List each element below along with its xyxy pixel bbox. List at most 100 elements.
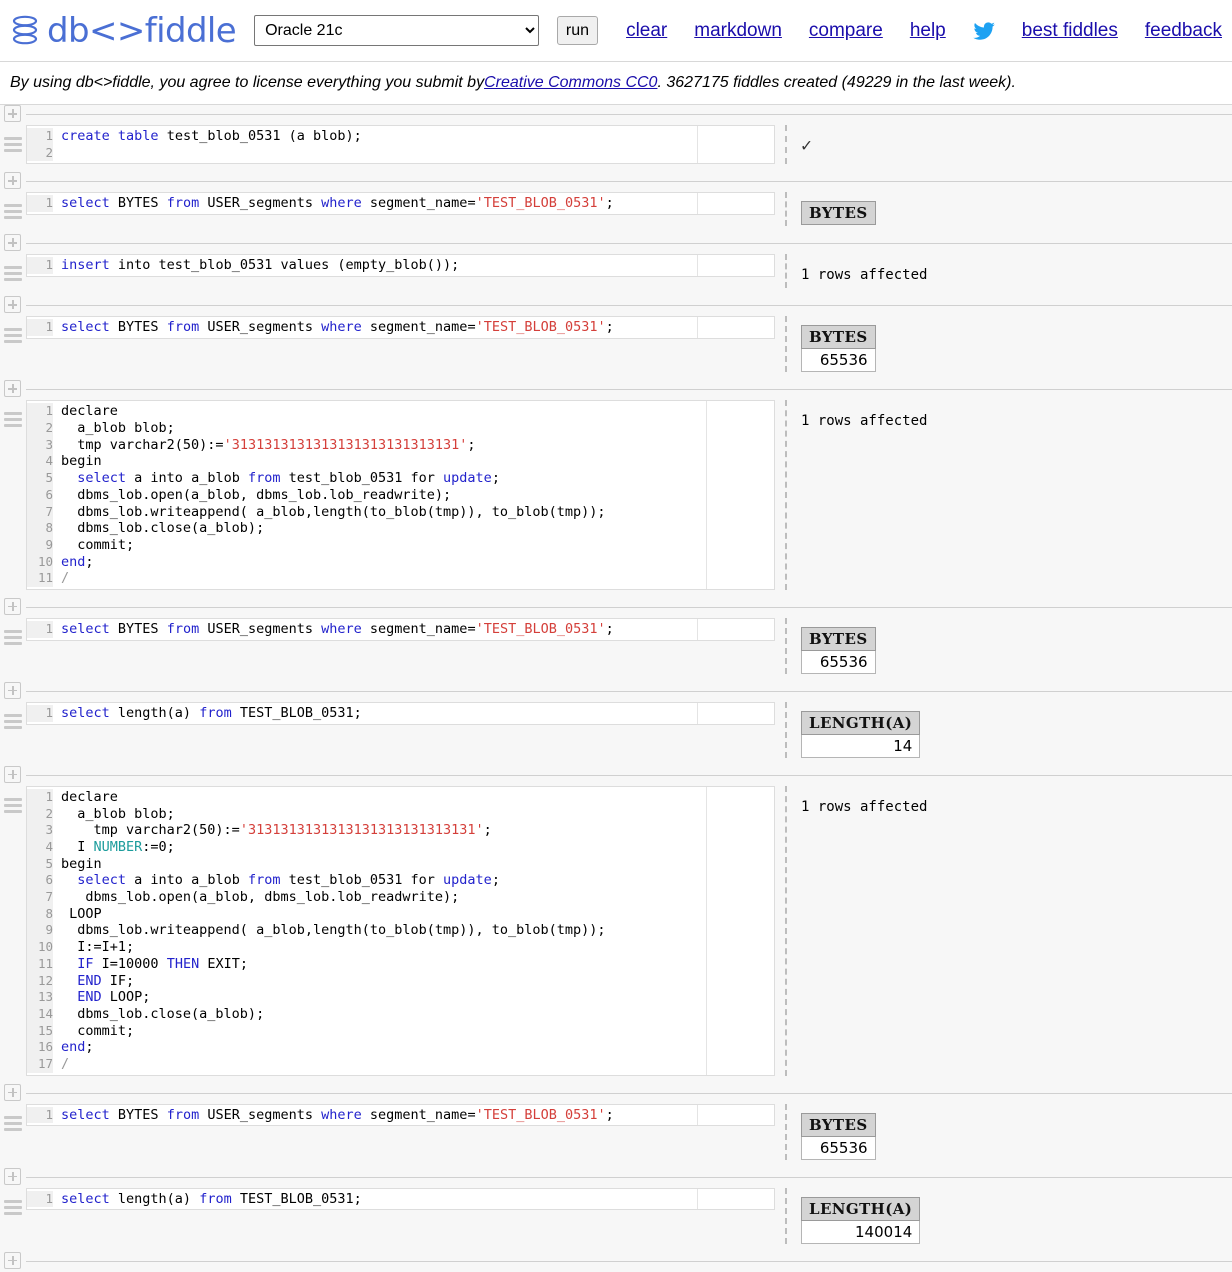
line-number: 2	[27, 144, 53, 162]
code-token: dbms_lob.close(a_blob);	[61, 520, 265, 537]
code-token: end	[61, 553, 86, 570]
nav-link-markdown[interactable]: markdown	[694, 20, 782, 42]
nav-link-clear[interactable]: clear	[626, 20, 667, 42]
query-result: 1 rows affected	[797, 254, 1232, 283]
block-separator	[0, 597, 1232, 618]
table-header-row: BYTES	[801, 201, 876, 226]
add-block-button[interactable]	[4, 681, 21, 699]
line-number: 2	[27, 420, 53, 437]
drag-handle-icon[interactable]	[0, 400, 26, 430]
code-token: NUMBER	[93, 839, 143, 855]
code-token: BYTES	[117, 1106, 167, 1123]
line-number: 1	[27, 1190, 53, 1208]
code-token: test_blob_0531 for	[288, 470, 444, 487]
code-token: tmp varchar2(50):=	[61, 436, 224, 453]
result-divider	[785, 400, 797, 590]
code-token: from	[247, 872, 289, 889]
code-token: end	[61, 1039, 86, 1056]
add-block-button[interactable]	[4, 1251, 21, 1269]
add-block-button[interactable]	[4, 172, 21, 190]
line-number: 7	[27, 889, 53, 906]
drag-handle-icon[interactable]	[0, 254, 26, 284]
code-line: 2 a_blob blob;	[27, 805, 774, 823]
run-button[interactable]: run	[556, 16, 599, 45]
add-block-button[interactable]	[4, 296, 21, 314]
drag-handle-icon[interactable]	[0, 192, 26, 222]
database-select[interactable]: Oracle 21c	[254, 15, 539, 46]
line-number: 1	[27, 128, 53, 145]
code-line: 14 dbms_lob.close(a_blob);	[27, 1005, 774, 1023]
editor-divider	[697, 702, 698, 724]
line-number: 10	[27, 939, 53, 956]
table-row: 65536	[801, 649, 876, 674]
success-check-icon: ✓	[801, 135, 812, 156]
code-token: EXIT;	[207, 955, 248, 972]
block-separator	[0, 1083, 1232, 1104]
code-token: dbms_lob.writeappend( a_blob,length(to_b…	[61, 922, 606, 939]
rows-affected-text: 1 rows affected	[801, 798, 928, 815]
drag-handle-icon[interactable]	[0, 1104, 26, 1134]
code-token: /	[61, 570, 70, 587]
site-logo[interactable]: db<>fiddle	[10, 14, 237, 48]
code-line: 7 dbms_lob.open(a_blob, dbms_lob.lob_rea…	[27, 889, 774, 906]
code-line: 10 end;	[27, 553, 774, 571]
code-token: USER_segments	[207, 1106, 322, 1123]
sql-editor[interactable]: 1 select length(a) from TEST_BLOB_0531;	[26, 1187, 775, 1211]
query-result: LENGTH(A) 14	[797, 702, 1232, 758]
add-block-button[interactable]	[4, 765, 21, 783]
code-token: LOOP	[61, 905, 102, 922]
sql-editor[interactable]: 1 select BYTES from USER_segments where s…	[26, 1103, 775, 1127]
sql-editor[interactable]: 1 insert into test_blob_0531 values (empt…	[26, 254, 775, 278]
add-block-button[interactable]	[4, 1167, 21, 1185]
code-content: 1 insert into test_blob_0531 values (empt…	[27, 255, 774, 276]
code-token: select	[77, 470, 135, 487]
add-block-button[interactable]	[4, 1083, 21, 1101]
nav-link-compare[interactable]: compare	[809, 20, 883, 42]
table-row: 65536	[801, 1135, 876, 1160]
result-table: LENGTH(A) 14	[800, 710, 921, 758]
add-block-button[interactable]	[4, 234, 21, 252]
code-token: 'TEST_BLOB_0531'	[475, 195, 606, 212]
code-line: 3 tmp varchar2(50):='3131313131313131313…	[27, 822, 774, 840]
sql-editor[interactable]: 1 select BYTES from USER_segments where s…	[26, 316, 775, 340]
code-token: declare	[61, 788, 118, 805]
notice-license-link[interactable]: Creative Commons CC0	[484, 74, 657, 92]
drag-handle-icon[interactable]	[0, 316, 26, 346]
code-token: IF;	[109, 972, 135, 989]
nav-link-best-fiddles[interactable]: best fiddles	[1022, 20, 1118, 42]
line-number: 1	[27, 1106, 53, 1124]
line-number: 9	[27, 536, 53, 554]
drag-handle-icon[interactable]	[0, 702, 26, 732]
sql-editor[interactable]: 1 select BYTES from USER_segments where s…	[26, 192, 775, 216]
code-token: ;	[605, 319, 614, 336]
sql-editor[interactable]: 1 declare 2 a_blob blob; 3 tmp varchar2(50)…	[26, 400, 775, 590]
column-header: LENGTH(A)	[800, 1196, 921, 1221]
table-cell: 140014	[800, 1219, 921, 1244]
code-token: test_blob_0531 (a blob);	[166, 128, 362, 144]
code-token: END	[77, 972, 110, 989]
code-line: 13 END LOOP;	[27, 989, 774, 1006]
twitter-link[interactable]	[972, 21, 995, 40]
database-stack-icon	[12, 15, 38, 44]
add-block-button[interactable]	[4, 105, 21, 122]
code-token: from	[199, 704, 240, 721]
result-divider	[785, 192, 797, 227]
sql-editor[interactable]: 1 declare 2 a_blob blob; 3 tmp varchar2(50)…	[26, 785, 775, 1076]
code-line: 7 dbms_lob.writeappend( a_blob,length(to…	[27, 503, 774, 521]
table-row: 14	[800, 733, 921, 758]
drag-handle-icon[interactable]	[0, 125, 26, 155]
result-divider	[785, 701, 797, 758]
add-block-button[interactable]	[4, 597, 21, 615]
sql-editor[interactable]: 1 select BYTES from USER_segments where s…	[26, 617, 775, 641]
drag-handle-icon[interactable]	[0, 786, 26, 816]
drag-handle-icon[interactable]	[0, 1188, 26, 1218]
sql-editor[interactable]: 1 create table test_blob_0531 (a blob); 2	[26, 125, 775, 165]
add-block-button[interactable]	[4, 380, 21, 398]
editor-divider	[697, 1188, 698, 1210]
nav-link-help[interactable]: help	[910, 20, 946, 42]
code-token: length(a)	[117, 1190, 200, 1207]
drag-handle-icon[interactable]	[0, 618, 26, 648]
nav-link-feedback[interactable]: feedback	[1145, 20, 1222, 42]
sql-editor[interactable]: 1 select length(a) from TEST_BLOB_0531;	[26, 701, 775, 725]
code-token: USER_segments	[207, 195, 322, 212]
